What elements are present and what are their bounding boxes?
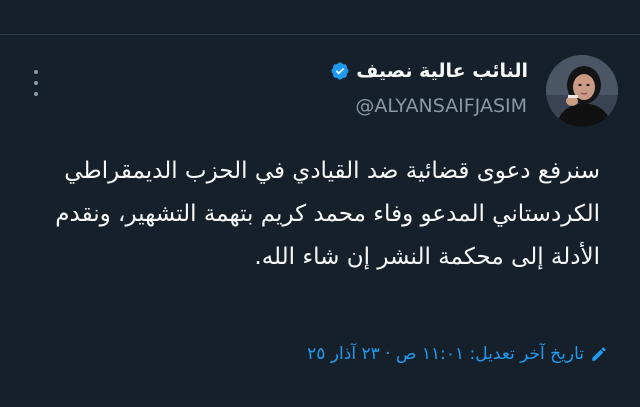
pencil-edit-icon: [592, 347, 606, 361]
author-display-name[interactable]: النائب عالية نصيف: [356, 60, 528, 82]
tweet-screenshot: النائب عالية نصيف @ALYANSAIFJASIM سنرفع …: [0, 0, 640, 407]
avatar-photo: [546, 55, 618, 127]
author-handle[interactable]: @ALYANSAIFJASIM: [355, 95, 527, 117]
last-edited-link[interactable]: تاريخ آخر تعديل: ١١:٠١ ص · ٢٣ آذار ٢٥: [307, 344, 608, 364]
verified-badge-icon: [331, 62, 349, 80]
divider: [0, 34, 640, 35]
tweet-text: سنرفع دعوى قضائية ضد القيادي في الحزب ال…: [55, 158, 600, 270]
dot: [34, 81, 38, 85]
avatar[interactable]: [546, 55, 618, 127]
last-edited-label: تاريخ آخر تعديل: ١١:٠١ ص · ٢٣ آذار ٢٥: [307, 344, 584, 364]
more-options-button[interactable]: [30, 70, 42, 96]
dot: [34, 70, 38, 74]
dot: [34, 92, 38, 96]
author-name-row: النائب عالية نصيف: [330, 60, 528, 82]
